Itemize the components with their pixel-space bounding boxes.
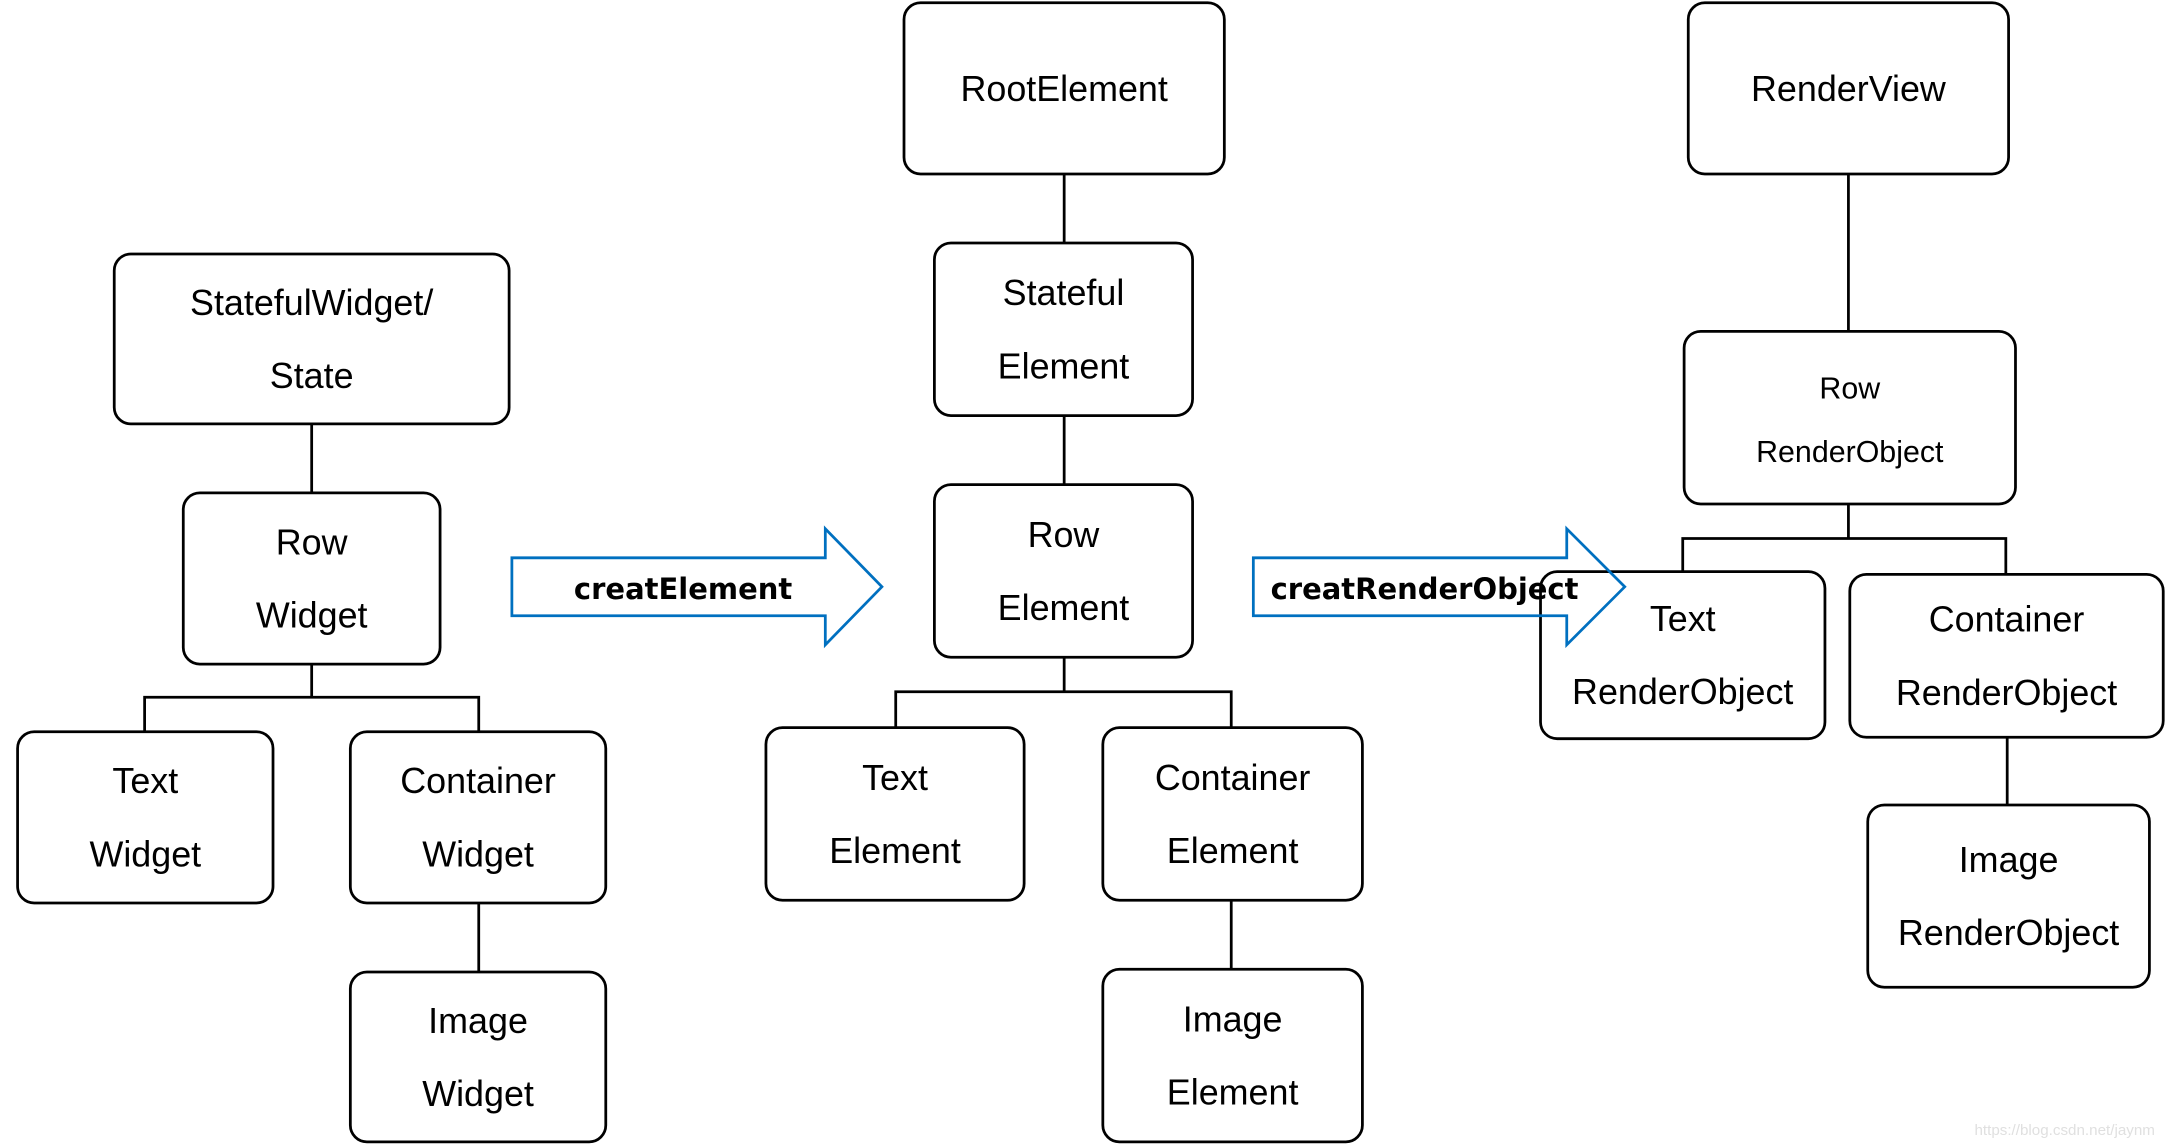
node-label: Element [998, 588, 1130, 628]
node-label: Image [428, 1001, 528, 1041]
node-label: RootElement [960, 69, 1167, 109]
node-label: Row [1028, 515, 1100, 555]
node-stateful-element: Stateful Element [933, 241, 1194, 417]
node-row-renderobject: Row RenderObject [1682, 329, 2017, 506]
node-box [348, 730, 608, 905]
node-label: StatefulWidget/ [190, 283, 433, 323]
node-label: RenderObject [1756, 436, 1944, 469]
watermark: https://blog.csdn.net/jaynm [1974, 1122, 2154, 1139]
node-row-element: Row Element [933, 483, 1194, 659]
node-box [1101, 726, 1364, 902]
create-render-object-label: creatRenderObject [1271, 572, 1579, 606]
connector-line [143, 664, 481, 732]
node-text-widget: Text Widget [16, 730, 275, 905]
node-box [764, 726, 1026, 902]
node-label: Element [829, 831, 961, 871]
node-label: RenderObject [1896, 673, 2117, 713]
connector-line [894, 657, 1233, 728]
node-box [933, 241, 1194, 417]
create-element-label: creatElement [574, 572, 792, 606]
node-label: Row [1819, 372, 1880, 405]
node-container-element: Container Element [1101, 726, 1364, 902]
node-box [1101, 967, 1364, 1144]
node-image-widget: Image Widget [348, 970, 608, 1144]
node-box [1866, 803, 2151, 989]
node-label: Widget [422, 1074, 534, 1114]
node-box [16, 730, 275, 905]
node-label: Stateful [1003, 273, 1125, 313]
node-row-widget: Row Widget [181, 491, 442, 666]
node-label: Text [1650, 599, 1716, 639]
node-label: State [270, 356, 354, 396]
node-box [348, 970, 608, 1144]
node-label: Container [400, 761, 556, 801]
connector-line [1681, 503, 2008, 575]
node-label: RenderObject [1898, 913, 2119, 953]
node-label: Text [862, 758, 928, 798]
node-box [112, 252, 511, 426]
node-label: Element [1167, 831, 1299, 871]
node-root-element: RootElement [902, 1, 1226, 176]
node-label: Element [1167, 1073, 1299, 1113]
node-label: Container [1155, 758, 1311, 798]
flutter-three-trees-diagram: creatElement StatefulWidget/StateRowWidg… [16, 1, 2165, 1144]
node-label: RenderView [1751, 69, 1946, 109]
node-image-renderobject: Image RenderObject [1866, 803, 2151, 989]
node-label: RenderObject [1572, 672, 1793, 712]
node-container-renderobject: Container RenderObject [1848, 573, 2165, 739]
transform-arrows: creatElement [510, 525, 884, 649]
node-label: Widget [422, 834, 534, 874]
node-label: Text [112, 761, 178, 801]
node-label: Image [1183, 999, 1283, 1039]
node-text-element: Text Element [764, 726, 1026, 902]
node-container-widget: Container Widget [348, 730, 608, 905]
node-label: Widget [89, 834, 201, 874]
node-box [1682, 329, 2017, 506]
node-label: Row [276, 522, 348, 562]
node-stateful-widget: StatefulWidget/State [112, 252, 511, 426]
node-label: Image [1959, 840, 2059, 880]
node-label: Container [1929, 600, 2085, 640]
node-box [181, 491, 442, 666]
node-image-element: Image Element [1101, 967, 1364, 1144]
node-text-renderobject: Text RenderObject [1539, 570, 1827, 741]
tree-nodes: StatefulWidget/StateRowWidgetTextWidgetC… [16, 1, 2165, 1144]
node-render-view: RenderView [1686, 1, 2010, 176]
node-box [933, 483, 1194, 659]
node-box [1539, 570, 1827, 741]
node-label: Widget [256, 596, 368, 636]
node-label: Element [998, 346, 1130, 386]
